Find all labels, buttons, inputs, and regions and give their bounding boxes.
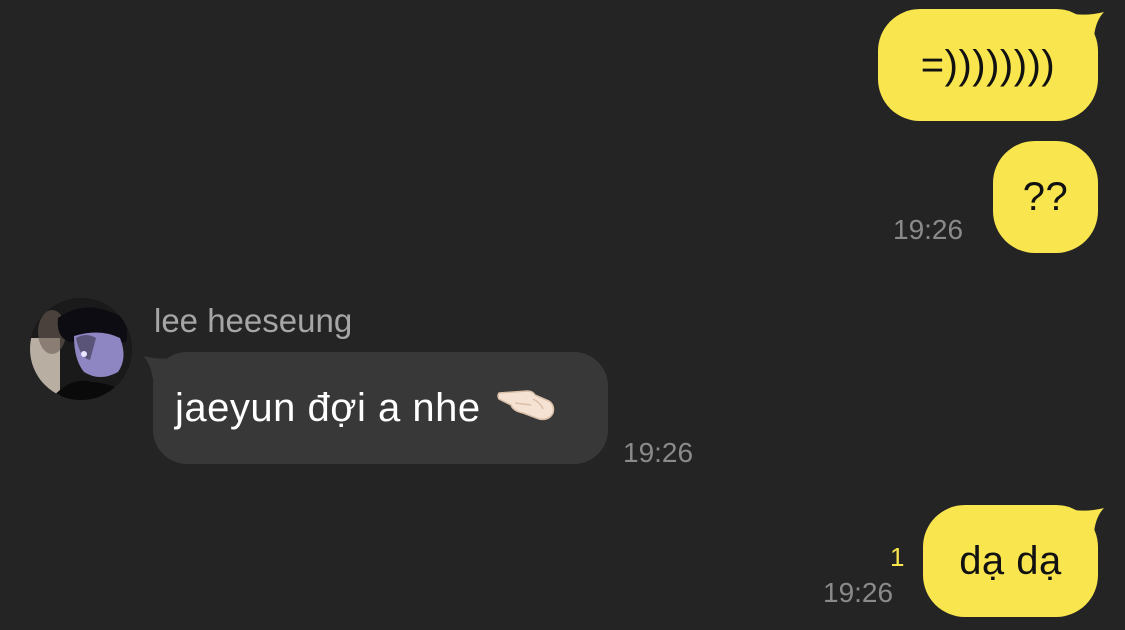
message-text: =))))))))	[920, 42, 1056, 87]
message-text: ??	[1022, 174, 1069, 219]
message-timestamp: 19:26	[823, 577, 894, 608]
message-bubble-outgoing[interactable]: ??	[993, 141, 1098, 253]
message-bubble-incoming[interactable]: jaeyun đợi a nhe	[153, 352, 608, 464]
message-timestamp: 19:26	[623, 437, 694, 468]
sender-name: lee heeseung	[154, 302, 353, 339]
message-timestamp: 19:26	[893, 214, 964, 245]
message-bubble-outgoing[interactable]: =))))))))	[878, 9, 1098, 121]
unread-count: 1	[890, 542, 905, 572]
message-bubble-outgoing[interactable]: dạ dạ	[923, 505, 1098, 617]
message-text: dạ dạ	[959, 538, 1062, 583]
profile-photo	[30, 298, 132, 400]
pinching-hand-icon	[496, 383, 555, 433]
message-text: jaeyun đợi a nhe	[175, 385, 481, 430]
chat-thread: =)))))))) ?? 19:26 lee heeseung jaeyun đ…	[0, 0, 1125, 630]
avatar[interactable]	[30, 298, 132, 400]
